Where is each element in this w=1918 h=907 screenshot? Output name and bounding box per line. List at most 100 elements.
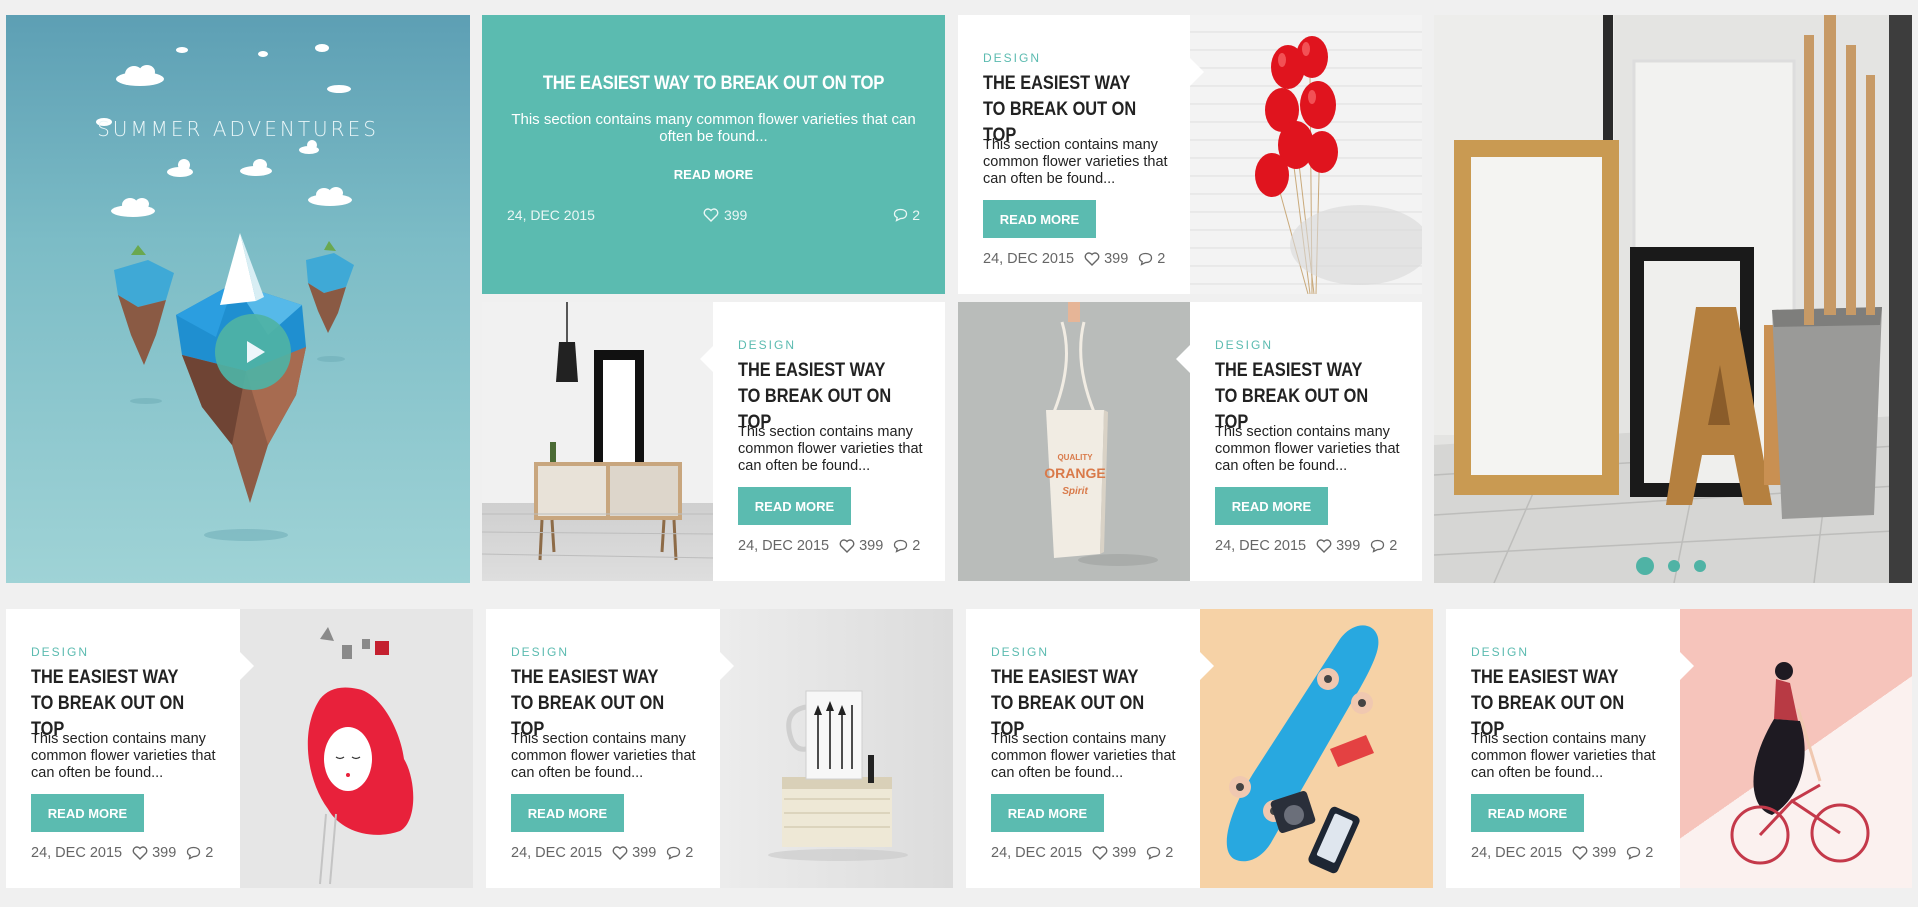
likes-value: 399	[632, 845, 657, 861]
card-text: DESIGN THE EASIEST WAY TO BREAK OUT ON T…	[966, 609, 1200, 888]
comment-icon	[187, 846, 201, 860]
image-slider[interactable]	[1434, 15, 1912, 583]
post-date: 24, DEC 2015	[31, 845, 123, 861]
likes-count[interactable]: 399	[703, 207, 747, 223]
card-meta: 24, DEC 2015 399 2	[1471, 845, 1653, 861]
comments-value: 2	[1165, 845, 1174, 861]
card-excerpt: This section contains many common flower…	[738, 424, 923, 474]
post-card: DESIGN THE EASIEST WAY TO BREAK OUT ON T…	[486, 609, 953, 888]
comment-icon	[1139, 252, 1153, 266]
likes-value: 399	[152, 845, 177, 861]
heart-icon	[839, 539, 855, 553]
comments-count[interactable]: 2	[186, 845, 213, 861]
comments-count[interactable]: 2	[1146, 845, 1173, 861]
comments-value: 2	[1645, 845, 1654, 861]
card-image-mug-on-book[interactable]	[720, 609, 953, 888]
card-excerpt: This section contains many common flower…	[1215, 424, 1400, 474]
post-card: DESIGN THE EASIEST WAY TO BREAK OUT ON T…	[482, 302, 945, 581]
card-meta: 24, DEC 2015 399 2	[511, 845, 693, 861]
tote-bag-illustration: QUALITY ORANGE Spirit	[1044, 302, 1158, 566]
card-category[interactable]: DESIGN	[1471, 645, 1529, 659]
read-more-button[interactable]: READ MORE	[983, 200, 1096, 238]
card-category[interactable]: DESIGN	[31, 645, 89, 659]
read-more-button[interactable]: READ MORE	[991, 794, 1104, 832]
balloons-illustration	[1255, 36, 1422, 294]
cabinet-illustration	[482, 302, 715, 561]
post-date: 24, DEC 2015	[511, 845, 603, 861]
card-meta: 24, DEC 2015 399 2	[991, 845, 1173, 861]
likes-value: 399	[1112, 845, 1137, 861]
card-category[interactable]: DESIGN	[511, 645, 569, 659]
card-meta: 24, DEC 2015 399 2	[738, 538, 920, 554]
comments-count[interactable]: 2	[1138, 251, 1165, 267]
likes-count[interactable]: 399	[839, 538, 883, 554]
card-image-mirror-cabinet[interactable]	[482, 302, 715, 581]
feature-read-more-link[interactable]: READ MORE	[482, 167, 945, 182]
card-notch	[1190, 58, 1204, 86]
card-text: DESIGN THE EASIEST WAY TO BREAK OUT ON T…	[1190, 302, 1422, 581]
comments-value: 2	[205, 845, 214, 861]
svg-text:QUALITY: QUALITY	[1057, 453, 1093, 462]
slider-dot-1[interactable]	[1636, 557, 1654, 575]
likes-count[interactable]: 399	[1316, 538, 1360, 554]
read-more-button[interactable]: READ MORE	[31, 794, 144, 832]
comments-value: 2	[685, 845, 694, 861]
feature-title[interactable]: THE EASIEST WAY TO BREAK OUT ON TOP	[510, 73, 917, 95]
slider-dot-2[interactable]	[1668, 560, 1680, 572]
likes-count[interactable]: 399	[1572, 845, 1616, 861]
bicycle-girl-illustration	[1730, 662, 1870, 865]
card-notch	[700, 345, 714, 373]
heart-icon	[1084, 252, 1100, 266]
post-card: DESIGN THE EASIEST WAY TO BREAK OUT ON T…	[6, 609, 473, 888]
island-illustration	[96, 44, 354, 541]
comments-count[interactable]: 2	[1626, 845, 1653, 861]
likes-count[interactable]: 399	[1084, 251, 1128, 267]
comments-value: 2	[1157, 251, 1166, 267]
card-image-girl-on-bicycle[interactable]	[1680, 609, 1912, 888]
comment-icon	[1371, 539, 1385, 553]
frames-and-letters-image	[1434, 15, 1912, 583]
comments-count[interactable]: 2	[666, 845, 693, 861]
slider-dot-3[interactable]	[1694, 560, 1706, 572]
read-more-button[interactable]: READ MORE	[1215, 487, 1328, 525]
card-category[interactable]: DESIGN	[991, 645, 1049, 659]
play-button[interactable]	[215, 314, 291, 390]
card-category[interactable]: DESIGN	[1215, 338, 1273, 352]
read-more-button[interactable]: READ MORE	[738, 487, 851, 525]
likes-count[interactable]: 399	[612, 845, 656, 861]
card-meta: 24, DEC 2015 399 2	[1215, 538, 1397, 554]
card-text: DESIGN THE EASIEST WAY TO BREAK OUT ON T…	[6, 609, 240, 888]
likes-value: 399	[1104, 251, 1129, 267]
video-tile[interactable]: SUMMER ADVENTURES	[6, 15, 470, 583]
card-text: DESIGN THE EASIEST WAY TO BREAK OUT ON T…	[713, 302, 945, 581]
comments-value: 2	[1389, 538, 1398, 554]
card-notch	[1176, 345, 1190, 373]
read-more-button[interactable]: READ MORE	[511, 794, 624, 832]
card-category[interactable]: DESIGN	[983, 51, 1041, 65]
card-text: DESIGN THE EASIEST WAY TO BREAK OUT ON T…	[1446, 609, 1680, 888]
feature-meta: 24, DEC 2015 399 2	[507, 207, 920, 223]
card-image-skateboard[interactable]	[1200, 609, 1433, 888]
comments-count[interactable]: 2	[893, 207, 920, 223]
comment-icon	[1627, 846, 1641, 860]
card-notch	[240, 652, 254, 680]
heart-icon	[132, 846, 148, 860]
post-date: 24, DEC 2015	[983, 251, 1075, 267]
comment-icon	[667, 846, 681, 860]
post-date: 24, DEC 2015	[507, 207, 595, 223]
card-image-red-balloons[interactable]	[1190, 15, 1422, 294]
read-more-button[interactable]: READ MORE	[1471, 794, 1584, 832]
likes-count[interactable]: 399	[132, 845, 176, 861]
comments-count[interactable]: 2	[1370, 538, 1397, 554]
slider-pagination	[1636, 557, 1706, 575]
comments-value: 2	[912, 207, 920, 223]
card-image-tote-bag[interactable]: QUALITY ORANGE Spirit	[958, 302, 1190, 581]
card-category[interactable]: DESIGN	[738, 338, 796, 352]
heart-icon	[1572, 846, 1588, 860]
likes-value: 399	[723, 207, 748, 223]
comments-count[interactable]: 2	[893, 538, 920, 554]
likes-count[interactable]: 399	[1092, 845, 1136, 861]
likes-value: 399	[1592, 845, 1617, 861]
card-image-red-hair-illustration[interactable]	[240, 609, 473, 888]
post-date: 24, DEC 2015	[1215, 538, 1307, 554]
